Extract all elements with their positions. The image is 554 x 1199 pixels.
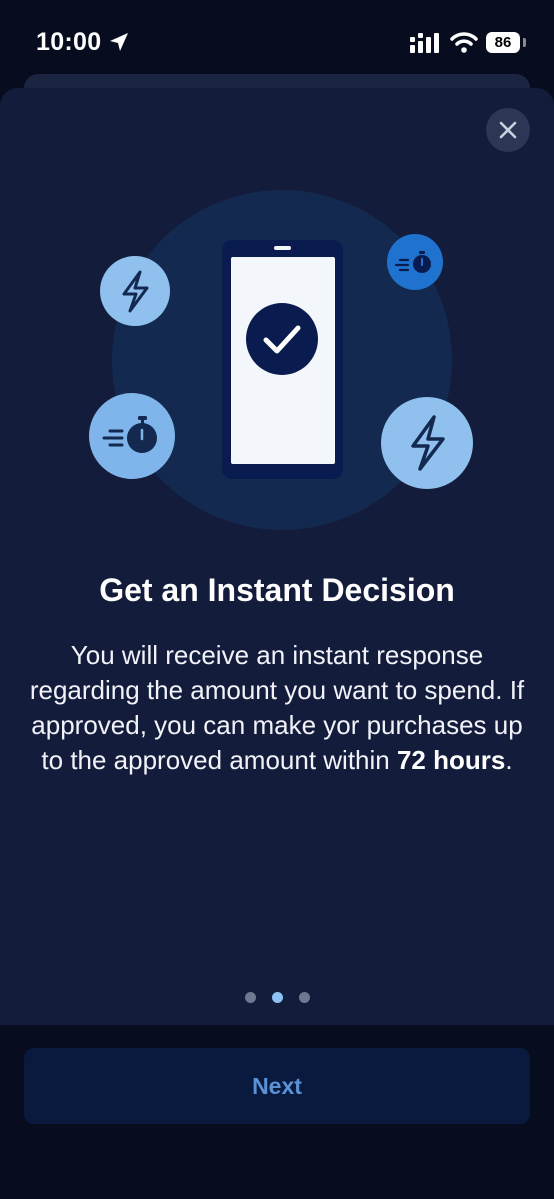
page-dot-2-active[interactable] xyxy=(271,992,283,1003)
status-time: 10:00 xyxy=(36,28,102,56)
page-dot-3[interactable] xyxy=(298,992,310,1003)
location-arrow-icon xyxy=(110,33,128,51)
description-highlight: 72 hours xyxy=(396,745,506,775)
stopwatch-icon xyxy=(89,393,175,479)
description-suffix: . xyxy=(505,745,513,775)
lightning-icon xyxy=(381,397,473,489)
wifi-icon xyxy=(450,32,478,53)
page-title: Get an Instant Decision xyxy=(99,572,455,608)
battery-level: 86 xyxy=(494,34,512,51)
stopwatch-icon xyxy=(387,234,443,290)
checkmark-icon xyxy=(246,303,318,375)
close-icon xyxy=(499,121,517,139)
page-dot-1[interactable] xyxy=(244,992,256,1003)
next-button[interactable]: Next xyxy=(24,1048,530,1124)
status-bar: 10:00 86 xyxy=(0,0,554,74)
page-indicator xyxy=(0,992,554,1003)
lightning-icon xyxy=(100,256,170,326)
battery-nub xyxy=(523,38,526,47)
instant-decision-illustration xyxy=(89,190,473,530)
description-text: You will receive an instant response reg… xyxy=(20,638,534,778)
battery-icon: 86 xyxy=(486,32,520,53)
close-button[interactable] xyxy=(486,108,530,152)
cellular-signal-icon xyxy=(410,33,439,53)
